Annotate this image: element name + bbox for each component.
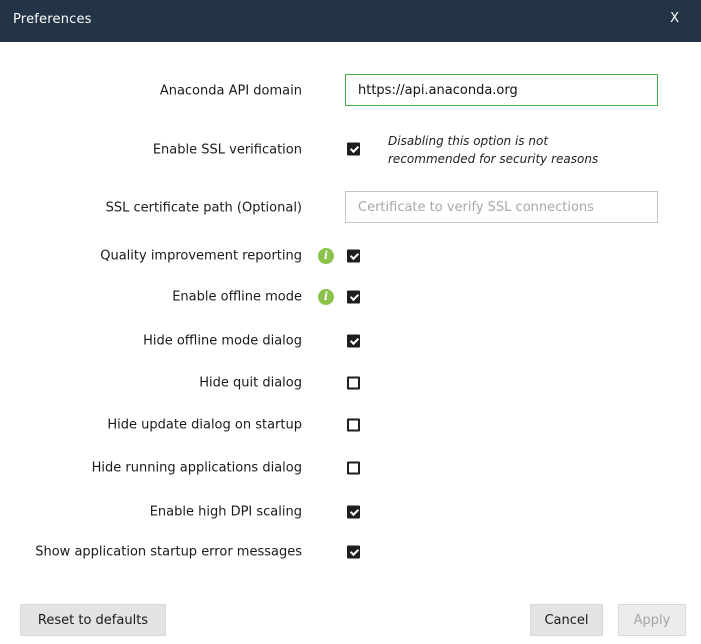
api-domain-label: Anaconda API domain <box>159 83 302 99</box>
hide-offline-mode-dialog-checkbox[interactable] <box>347 334 360 348</box>
quality-improvement-reporting-checkbox[interactable] <box>347 249 360 263</box>
ssl-verification-checkbox[interactable] <box>347 142 360 156</box>
apply-button[interactable]: Apply <box>618 604 686 636</box>
enable-high-dpi-scaling-label: Enable high DPI scaling <box>149 504 302 520</box>
hide-update-dialog-on-startup-checkbox[interactable] <box>347 418 360 432</box>
cancel-button[interactable]: Cancel <box>530 604 603 636</box>
enable-offline-mode-checkbox[interactable] <box>347 290 360 304</box>
dialog-title: Preferences <box>13 12 92 27</box>
dialog-titlebar: Preferences X <box>0 0 701 42</box>
enable-offline-mode-label: Enable offline mode <box>172 289 302 305</box>
info-icon[interactable]: i <box>318 248 334 264</box>
hide-running-applications-dialog-checkbox[interactable] <box>347 461 360 475</box>
show-application-startup-error-messages-label: Show application startup error messages <box>35 544 302 560</box>
enable-high-dpi-scaling-checkbox[interactable] <box>347 505 360 519</box>
hide-offline-mode-dialog-label: Hide offline mode dialog <box>143 333 302 349</box>
close-icon[interactable]: X <box>670 11 679 26</box>
api-domain-input[interactable] <box>345 74 658 106</box>
ssl-cert-path-input[interactable] <box>345 191 658 223</box>
ssl-warning-note: Disabling this option is not recommended… <box>388 134 599 166</box>
show-application-startup-error-messages-checkbox[interactable] <box>347 545 360 559</box>
quality-improvement-reporting-label: Quality improvement reporting <box>100 248 302 264</box>
hide-running-applications-dialog-label: Hide running applications dialog <box>91 460 302 476</box>
reset-defaults-button[interactable]: Reset to defaults <box>20 604 166 636</box>
hide-quit-dialog-checkbox[interactable] <box>347 376 360 390</box>
info-icon[interactable]: i <box>318 289 334 305</box>
ssl-cert-path-label: SSL certificate path (Optional) <box>105 200 302 216</box>
hide-update-dialog-on-startup-label: Hide update dialog on startup <box>107 417 302 433</box>
ssl-verification-label: Enable SSL verification <box>152 142 302 158</box>
hide-quit-dialog-label: Hide quit dialog <box>199 375 302 391</box>
